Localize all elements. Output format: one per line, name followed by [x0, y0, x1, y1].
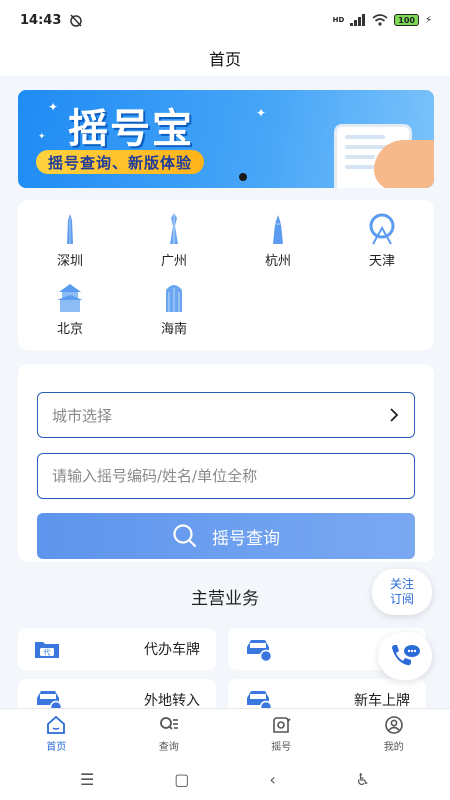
city-label: 海南	[160, 322, 187, 337]
sparkle-icon: ✦	[38, 132, 46, 142]
status-time: 14:43	[20, 12, 62, 28]
city-select-placeholder: 城市选择	[52, 406, 113, 425]
page-title: 首页	[208, 50, 241, 69]
tab-label: 首页	[46, 741, 67, 753]
home-square-icon[interactable]: ▢	[174, 770, 189, 789]
search-button-label: 摇号查询	[212, 528, 280, 549]
hainan-building-icon	[166, 285, 182, 312]
phone-chat-icon	[392, 645, 420, 666]
bottom-tab-bar: 首页 查询 摇号 我的	[0, 708, 450, 758]
service-item-proxy-plate[interactable]: 代 代办车牌	[18, 628, 216, 670]
proxy-document-icon: 代	[35, 642, 59, 658]
hangzhou-tower-icon	[273, 215, 283, 244]
guangzhou-tower-icon	[170, 213, 178, 244]
menu-icon[interactable]: ☰	[80, 770, 94, 789]
charging-icon: ⚡	[424, 14, 432, 26]
tab-home[interactable]: 首页	[0, 709, 113, 758]
city-select-field[interactable]: 城市选择	[37, 392, 415, 438]
home-icon	[47, 715, 66, 734]
city-item-guangzhou[interactable]: 广州	[139, 212, 209, 274]
follow-label-2: 订阅	[389, 592, 414, 606]
chevron-right-icon	[390, 408, 399, 422]
tab-label: 摇号	[271, 741, 292, 753]
city-label: 杭州	[264, 254, 291, 269]
wifi-icon	[372, 14, 388, 26]
query-field[interactable]	[37, 453, 415, 499]
status-bar: 14:43 HD 100 ⚡	[0, 0, 450, 40]
service-label: 代办车牌	[144, 642, 200, 658]
sparkle-icon: ✦	[256, 106, 267, 120]
city-label: 深圳	[56, 254, 83, 269]
battery-icon: 100	[394, 14, 419, 26]
page-title-bar: 首页	[0, 40, 450, 76]
car-exchange-icon	[247, 640, 273, 662]
battery-level: 100	[398, 15, 415, 25]
search-card: 城市选择 摇号查询	[18, 364, 434, 562]
banner-subtitle: 摇号查询、新版体验	[36, 150, 205, 174]
beijing-temple-icon	[57, 284, 83, 312]
shenzhen-tower-icon	[67, 214, 73, 244]
tab-label: 查询	[158, 741, 179, 753]
promo-banner[interactable]: ✦ ✦ ✦ 摇号宝 摇号查询、新版体验	[18, 90, 434, 188]
query-icon	[159, 716, 178, 730]
hand-illustration	[374, 140, 434, 188]
tab-query[interactable]: 查询	[113, 709, 226, 758]
proxy-icon-text: 代	[44, 648, 51, 657]
service-label: 新车上牌	[354, 693, 410, 709]
system-nav-bar: ☰ ▢ ‹ ♿	[0, 758, 450, 800]
tab-lottery[interactable]: 摇号	[225, 709, 338, 758]
banner-title: 摇号宝	[68, 106, 194, 152]
follow-subscribe-button[interactable]: 关注 订阅	[372, 569, 432, 615]
city-item-tianjin[interactable]: 天津	[347, 212, 417, 274]
tab-label: 我的	[383, 741, 404, 753]
city-grid: 深圳 广州 杭州 天津 北京 海南	[18, 200, 434, 350]
customer-service-button[interactable]	[378, 632, 432, 680]
search-button[interactable]: 摇号查询	[37, 513, 415, 559]
city-label: 北京	[56, 322, 83, 337]
city-item-shenzhen[interactable]: 深圳	[35, 212, 105, 274]
follow-label-1: 关注	[389, 577, 414, 591]
city-label: 天津	[368, 254, 395, 269]
alarm-off-icon	[70, 14, 83, 27]
tianjin-eye-icon	[369, 213, 395, 245]
service-label: 外地转入	[144, 693, 200, 709]
tab-mine[interactable]: 我的	[338, 709, 450, 758]
user-icon	[384, 715, 403, 734]
network-label: HD	[332, 16, 345, 24]
signal-icon	[350, 14, 366, 26]
city-item-hangzhou[interactable]: 杭州	[243, 212, 313, 274]
search-icon	[173, 524, 197, 548]
back-icon[interactable]: ‹	[269, 770, 275, 789]
city-item-beijing[interactable]: 北京	[35, 280, 105, 342]
carousel-indicator	[239, 173, 247, 181]
query-input[interactable]	[52, 467, 400, 485]
city-item-hainan[interactable]: 海南	[139, 280, 209, 342]
lottery-icon	[273, 716, 291, 733]
city-label: 广州	[160, 254, 187, 269]
accessibility-icon[interactable]: ♿	[356, 770, 370, 789]
sparkle-icon: ✦	[48, 100, 59, 114]
